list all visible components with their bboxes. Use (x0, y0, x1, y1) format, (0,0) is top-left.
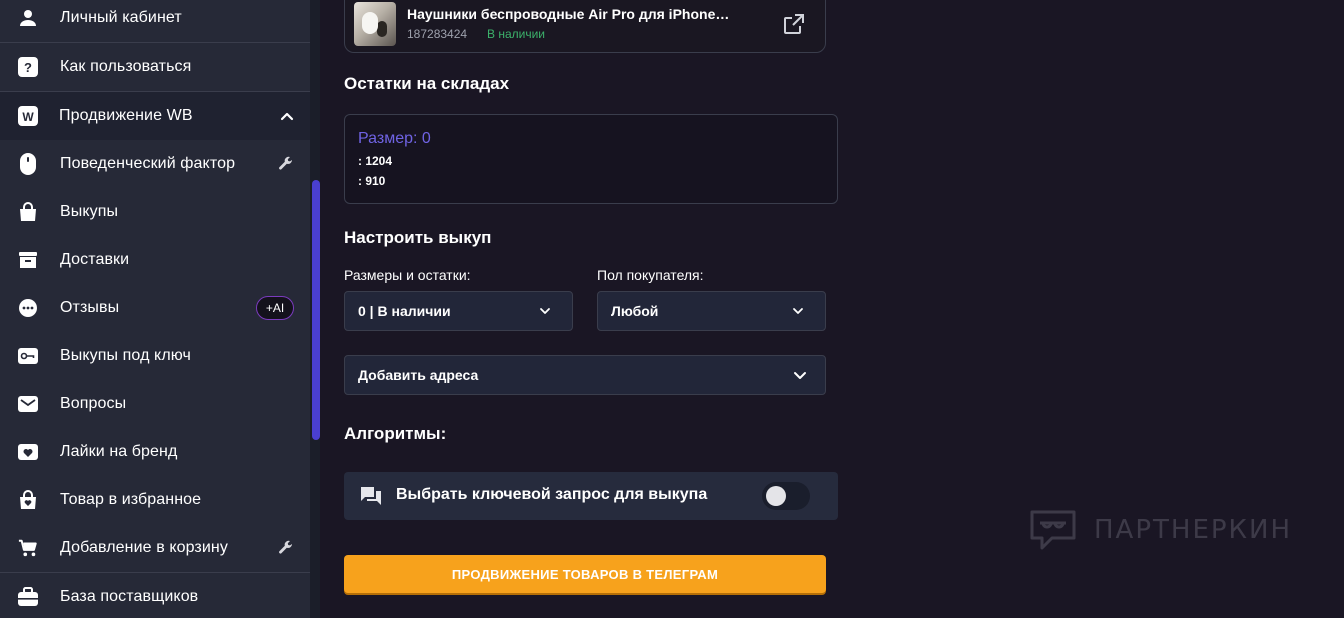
sidebar-item-turnkey-buyouts[interactable]: Выкупы под ключ (0, 332, 310, 380)
sidebar-item-add-to-favorites[interactable]: Товар в избранное (0, 476, 310, 524)
stock-line: : 1204 (358, 154, 393, 168)
chevron-down-icon (793, 368, 807, 382)
sidebar-item-label: Продвижение WB (59, 107, 193, 124)
keyword-query-row[interactable]: Выбрать ключевой запрос для выкупа (344, 472, 838, 520)
keyword-query-toggle[interactable] (762, 482, 810, 510)
sidebar-item-profile[interactable]: Личный кабинет (0, 0, 310, 42)
sidebar-item-label: База поставщиков (60, 588, 199, 605)
sidebar-item-label: Выкупы под ключ (60, 347, 191, 364)
key-icon (18, 346, 38, 366)
keyword-query-label: Выбрать ключевой запрос для выкупа (396, 486, 708, 503)
sidebar-item-label: Доставки (60, 251, 130, 268)
addresses-select[interactable]: Добавить адреса (344, 355, 826, 395)
svg-text:W: W (22, 110, 34, 124)
size-title: Размер: 0 (358, 130, 431, 147)
sidebar-item-questions[interactable]: Вопросы (0, 380, 310, 428)
heart-box-icon (18, 442, 38, 462)
watermark-text: ПАРТНЕРКИН (1094, 515, 1293, 545)
chat-icon (360, 485, 382, 507)
help-icon: ? (18, 57, 38, 77)
sidebar-item-label: Поведенческий фактор (60, 155, 236, 172)
sidebar-item-wb-promotion[interactable]: W Продвижение WB (0, 92, 310, 140)
sidebar-item-label: Лайки на бренд (60, 443, 178, 460)
sidebar-item-label: Товар в избранное (60, 491, 202, 508)
wrench-icon (278, 540, 294, 556)
product-thumbnail (354, 2, 396, 46)
stock-line: : 910 (358, 174, 386, 188)
sidebar-item-add-to-cart[interactable]: Добавление в корзину (0, 524, 310, 572)
archive-box-icon (18, 250, 38, 270)
sidebar-scrollbar[interactable] (312, 180, 320, 440)
mouse-icon (18, 153, 38, 175)
watermark: ПАРТНЕРКИН (1028, 510, 1292, 550)
envelope-icon (18, 394, 38, 414)
sidebar-item-label: Личный кабинет (60, 9, 182, 26)
main-content: Наушники беспроводные Air Pro для iPhone… (320, 0, 1344, 618)
sidebar-item-label: Отзывы (60, 299, 120, 316)
addresses-select-value: Добавить адреса (358, 367, 479, 383)
sidebar-item-buyouts[interactable]: Выкупы (0, 188, 310, 236)
wb-logo-icon: W (18, 106, 38, 126)
setup-heading: Настроить выкуп (344, 228, 492, 247)
product-stock-status: В наличии (487, 27, 546, 41)
warehouse-heading: Остатки на складах (344, 74, 510, 93)
warehouse-stock-box: Размер: 0 : 1204 : 910 (344, 114, 838, 204)
sidebar-item-deliveries[interactable]: Доставки (0, 236, 310, 284)
sidebar-item-supplier-database[interactable]: База поставщиков (0, 573, 310, 618)
chevron-down-icon (791, 304, 805, 318)
favorite-bag-icon (18, 490, 38, 510)
product-card[interactable]: Наушники беспроводные Air Pro для iPhone… (344, 0, 826, 53)
cart-icon (18, 538, 38, 558)
sidebar-item-reviews[interactable]: Отзывы +AI (0, 284, 310, 332)
partnerkin-logo-icon (1028, 510, 1078, 550)
sidebar-item-behavior-factor[interactable]: Поведенческий фактор (0, 140, 310, 188)
chevron-up-icon[interactable] (280, 109, 294, 123)
gender-select-value: Любой (611, 303, 659, 319)
chat-bubble-icon (18, 298, 38, 318)
sidebar-item-label: Вопросы (60, 395, 127, 412)
telegram-promotion-button[interactable]: ПРОДВИЖЕНИЕ ТОВАРОВ В ТЕЛЕГРАМ (344, 555, 826, 593)
sizes-select-value: 0 | В наличии (358, 303, 451, 319)
shopping-bag-icon (18, 202, 38, 222)
chevron-down-icon (538, 304, 552, 318)
external-link-icon[interactable] (783, 13, 805, 35)
svg-text:?: ? (24, 60, 32, 75)
gender-select[interactable]: Любой (597, 291, 826, 331)
user-icon (18, 8, 38, 28)
product-sku: 187283424 (407, 27, 468, 41)
ai-badge[interactable]: +AI (256, 296, 294, 320)
sidebar-item-brand-likes[interactable]: Лайки на бренд (0, 428, 310, 476)
briefcase-icon (18, 587, 38, 607)
toggle-knob (766, 486, 786, 506)
sidebar-item-label: Выкупы (60, 203, 119, 220)
sizes-select[interactable]: 0 | В наличии (344, 291, 573, 331)
product-title: Наушники беспроводные Air Pro для iPhone… (407, 6, 730, 22)
algorithms-heading: Алгоритмы: (344, 424, 447, 443)
wrench-icon (278, 156, 294, 172)
sidebar-item-label: Добавление в корзину (60, 539, 228, 556)
sidebar-item-how-to-use[interactable]: ? Как пользоваться (0, 43, 310, 91)
sidebar-item-label: Как пользоваться (60, 58, 192, 75)
sidebar: Личный кабинет ? Как пользоваться W Прод… (0, 0, 310, 618)
sizes-label: Размеры и остатки: (344, 267, 471, 283)
gender-label: Пол покупателя: (597, 267, 704, 283)
